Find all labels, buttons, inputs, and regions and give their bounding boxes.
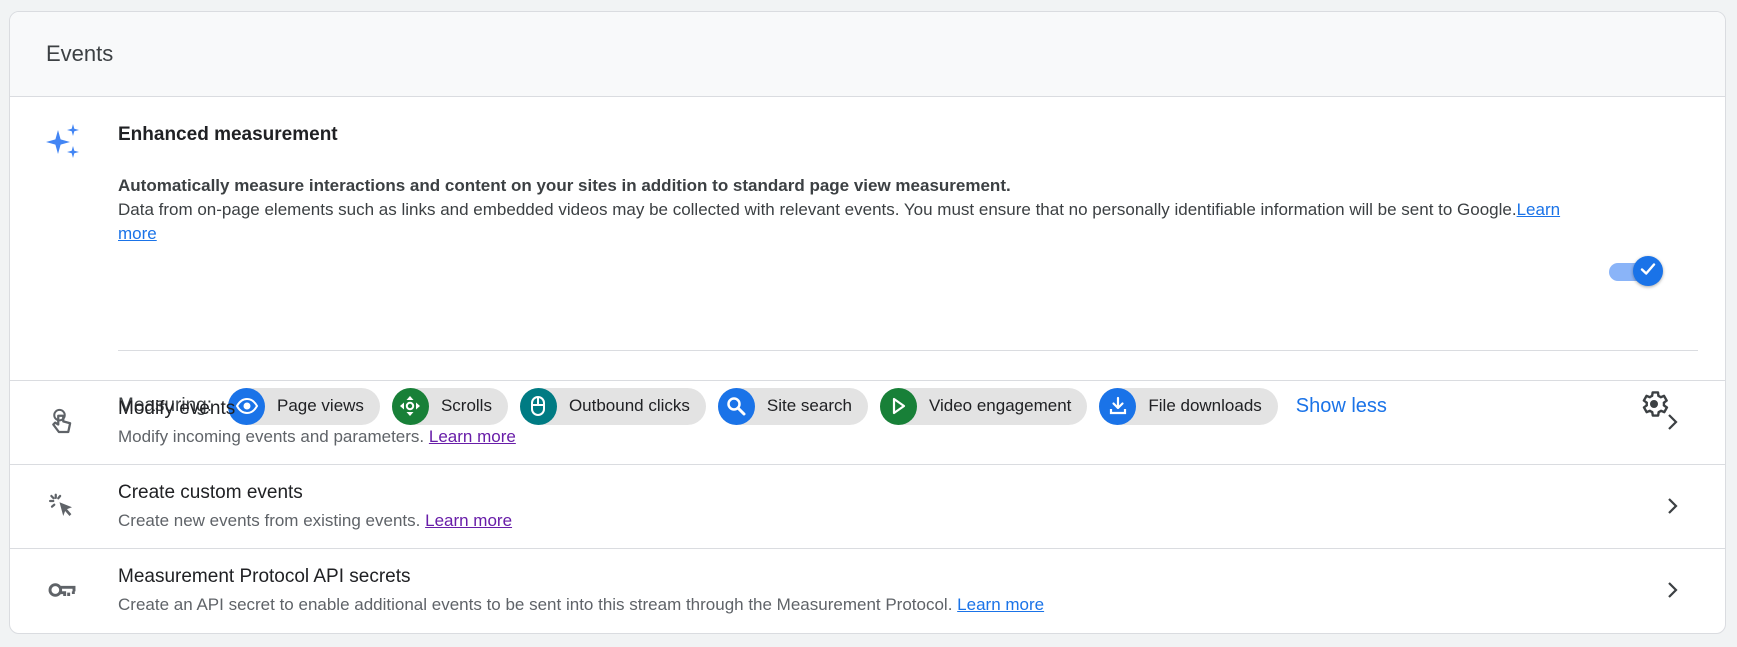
learn-more-link[interactable]: Learn more <box>957 595 1044 614</box>
row-title: Create custom events <box>118 482 303 503</box>
row-description: Create new events from existing events. … <box>118 511 512 531</box>
divider <box>118 350 1698 351</box>
check-icon <box>1639 260 1657 283</box>
learn-more-link[interactable]: Learn more <box>425 511 512 530</box>
enhanced-measurement-title: Enhanced measurement <box>118 124 338 145</box>
toggle-knob <box>1633 256 1663 286</box>
key-icon <box>46 574 78 606</box>
row-title: Modify events <box>118 398 236 419</box>
touch-hand-icon <box>46 406 78 438</box>
row-description-text: Modify incoming events and parameters. <box>118 427 425 446</box>
row-measurement-protocol-api-secrets[interactable]: Measurement Protocol API secrets Create … <box>10 549 1725 632</box>
chevron-right-icon[interactable] <box>1658 492 1686 520</box>
enhanced-measurement-section: Enhanced measurement Automatically measu… <box>10 97 1725 425</box>
row-description-text: Create new events from existing events. <box>118 511 421 530</box>
chevron-right-icon[interactable] <box>1658 576 1686 604</box>
learn-more-link[interactable]: Learn more <box>429 427 516 446</box>
events-card: Events Enhanced measurement Automaticall… <box>9 11 1726 634</box>
row-description-text: Create an API secret to enable additiona… <box>118 595 953 614</box>
enhanced-measurement-description: Automatically measure interactions and c… <box>118 174 1603 246</box>
card-header: Events <box>10 12 1725 97</box>
cursor-click-icon <box>46 490 78 522</box>
description-text: Data from on-page elements such as links… <box>118 200 1517 219</box>
description-bold: Automatically measure interactions and c… <box>118 176 1011 195</box>
row-modify-events[interactable]: Modify events Modify incoming events and… <box>10 381 1725 465</box>
row-title: Measurement Protocol API secrets <box>118 566 411 587</box>
chevron-right-icon[interactable] <box>1658 408 1686 436</box>
page-title: Events <box>46 41 114 66</box>
row-create-custom-events[interactable]: Create custom events Create new events f… <box>10 465 1725 549</box>
sparkle-icon <box>46 124 80 158</box>
row-description: Modify incoming events and parameters. L… <box>118 427 516 447</box>
row-description: Create an API secret to enable additiona… <box>118 595 1044 615</box>
enhanced-measurement-toggle[interactable] <box>1605 254 1669 288</box>
